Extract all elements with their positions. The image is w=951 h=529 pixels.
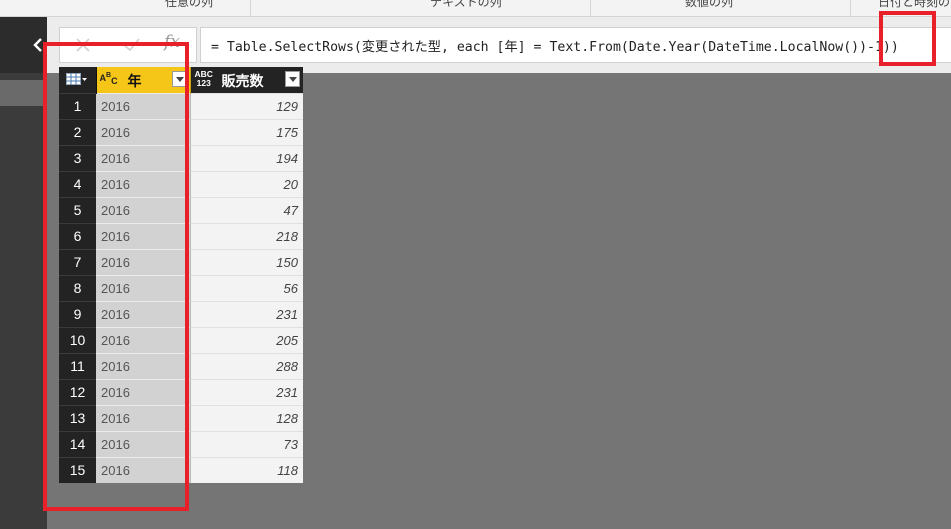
collapse-queries-button[interactable] <box>0 17 47 73</box>
sales-cell[interactable]: 118 <box>190 456 303 483</box>
ribbon-divider <box>850 0 851 16</box>
sales-cell[interactable]: 128 <box>190 404 303 431</box>
sales-cell[interactable]: 47 <box>190 196 303 223</box>
sales-cell[interactable]: 73 <box>190 430 303 457</box>
any-type-icon[interactable]: ABC 123 <box>195 70 213 88</box>
ribbon-divider <box>590 0 591 16</box>
formula-input[interactable]: = Table.SelectRows(変更された型, each [年] = Te… <box>200 27 951 63</box>
sales-cell[interactable]: 231 <box>190 300 303 327</box>
sales-cell[interactable]: 288 <box>190 352 303 379</box>
ribbon-strip: 任意の列 テキストの列 数値の列 日付と時刻の <box>0 0 951 17</box>
sales-cell[interactable]: 56 <box>190 274 303 301</box>
column-header-sales[interactable]: ABC 123 販売数 <box>190 67 303 93</box>
sales-cell[interactable]: 205 <box>190 326 303 353</box>
sales-cell[interactable]: 218 <box>190 222 303 249</box>
ribbon-text-column[interactable]: テキストの列 <box>430 0 502 10</box>
annotation-highlight-year-column <box>43 42 189 511</box>
sales-cell[interactable]: 129 <box>190 92 303 119</box>
ribbon-datetime-column[interactable]: 日付と時刻の <box>878 0 950 10</box>
column-filter-dropdown[interactable] <box>285 71 300 87</box>
sales-cell[interactable]: 175 <box>190 118 303 145</box>
selected-query-item[interactable] <box>0 80 47 106</box>
sales-cell[interactable]: 231 <box>190 378 303 405</box>
sales-cell[interactable]: 150 <box>190 248 303 275</box>
sales-cell[interactable]: 194 <box>190 144 303 171</box>
column-header-label: 販売数 <box>221 73 264 89</box>
ribbon-number-column[interactable]: 数値の列 <box>685 0 733 10</box>
ribbon-divider <box>250 0 251 16</box>
formula-text: = Table.SelectRows(変更された型, each [年] = Te… <box>211 40 899 55</box>
annotation-highlight-minus-one <box>879 11 936 66</box>
sales-cell[interactable]: 20 <box>190 170 303 197</box>
ribbon-any-column[interactable]: 任意の列 <box>165 0 213 10</box>
